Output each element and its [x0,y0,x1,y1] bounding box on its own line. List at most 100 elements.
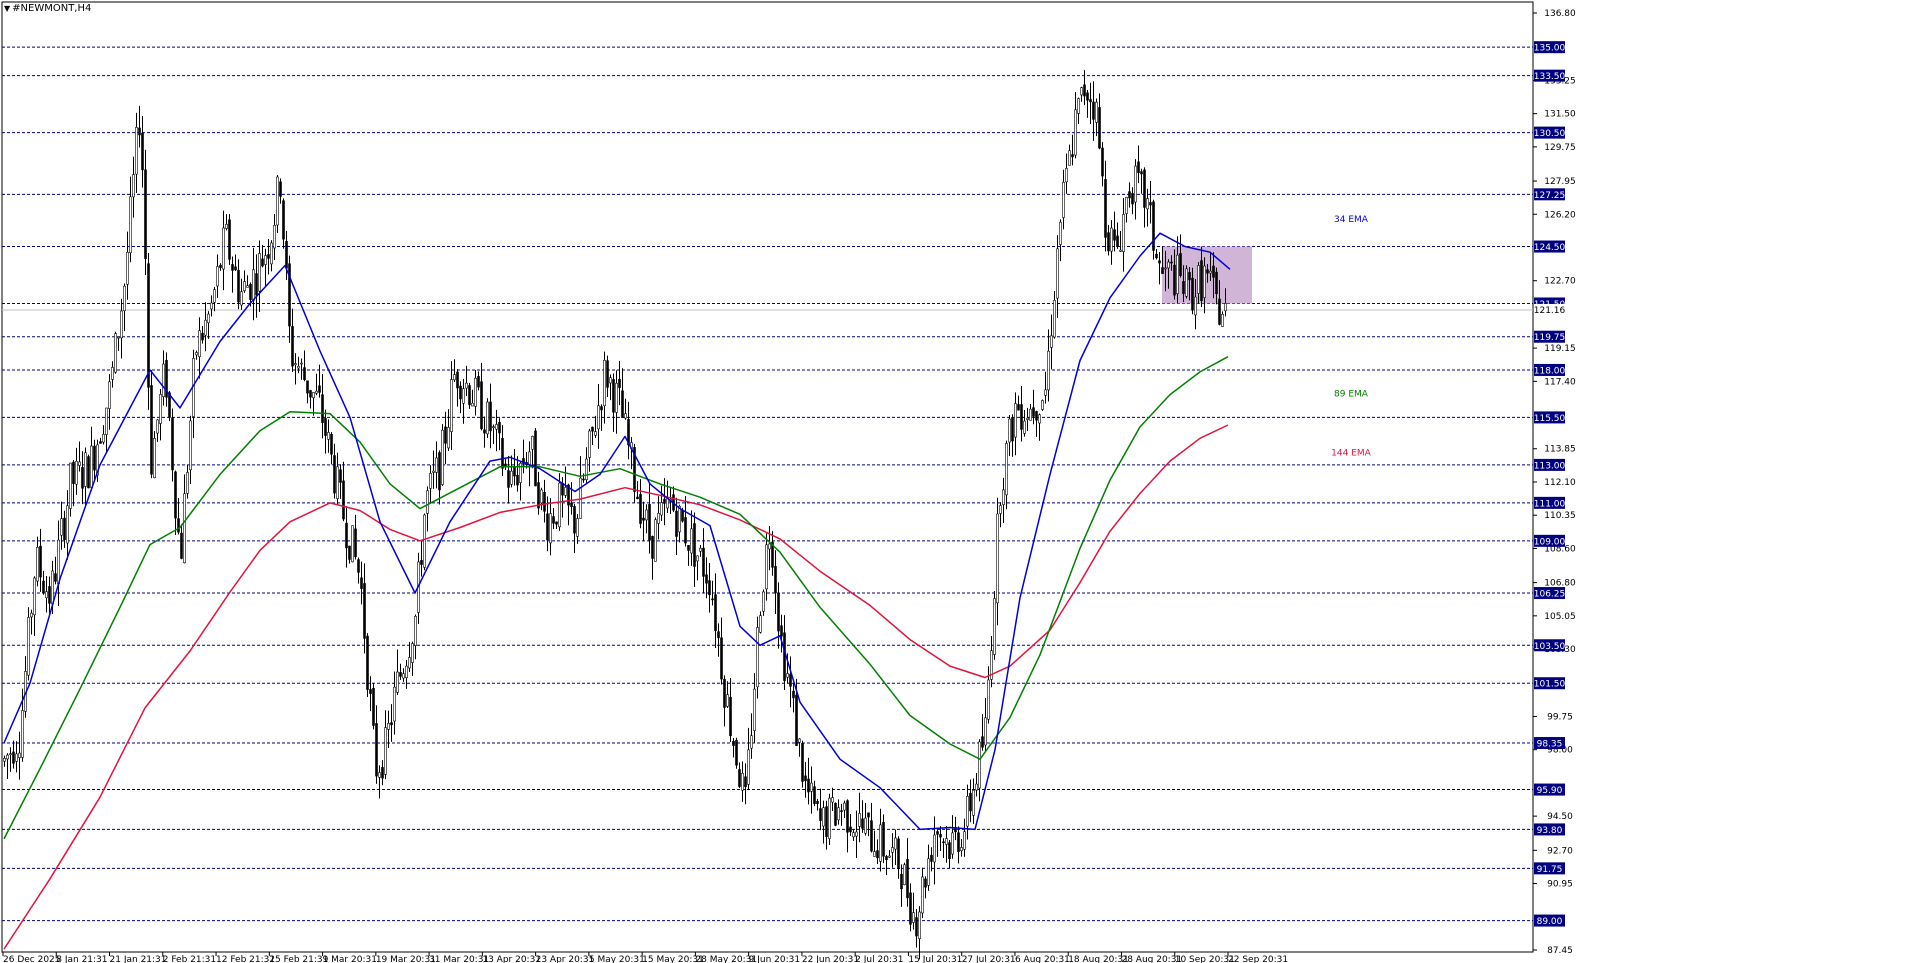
candle-bull [1125,197,1128,214]
candle-bull [921,876,924,914]
candle-bear [1170,261,1173,264]
candle-bull [210,302,213,310]
candle-bull [189,420,192,471]
x-tick-label: 25 Feb 21:31 [269,955,328,963]
candle-bull [276,176,279,226]
candle-bull [864,817,867,834]
candle-bull [450,379,453,433]
candle-bear [900,873,903,890]
chart-window[interactable]: 136.80133.25131.50129.75127.95126.20122.… [0,0,1916,963]
candle-bull [474,377,477,407]
candle-bear [1188,272,1191,281]
plot-frame [1,1,1534,953]
dropdown-triangle-icon[interactable]: ▼ [4,4,10,13]
candle-bull [1221,313,1224,327]
candle-bear [381,767,384,779]
candle-bull [411,643,414,663]
candle-bear [1086,92,1089,101]
candle-bull [624,413,627,419]
candle-bear [1092,101,1095,120]
y-tick-label: 117.40 [1544,377,1576,387]
candle-bull [993,598,996,655]
candle-bear [1083,84,1086,97]
candle-bear [372,687,375,726]
x-tick-label: 27 Jul 20:31 [962,955,1016,963]
candle-bear [348,545,351,560]
x-tick-label: 13 Apr 20:31 [482,955,541,963]
candle-bull [117,336,120,339]
candle-bear [870,820,873,852]
candle-bull [852,832,855,838]
x-tick-label: 9 Jun 20:31 [749,955,800,963]
x-tick-label: 6 Aug 20:31 [1015,955,1070,963]
candle-bull [36,547,39,582]
candle-bull [756,627,759,688]
candle-bull [1005,443,1008,496]
candle-bear [804,775,807,782]
candle-bull [222,227,225,270]
candle-bear [1206,269,1209,274]
candle-bear [924,878,927,888]
level-badge-label: 115.50 [1534,414,1566,424]
candle-bull [1029,408,1032,421]
candle-bull [975,783,978,791]
candle-bull [588,430,591,458]
candle-bull [1047,350,1050,391]
candle-bull [225,223,228,229]
candle-bear [708,580,711,596]
candle-bull [894,837,897,850]
candle-bear [1137,161,1140,174]
candle-bear [867,812,870,818]
candle-bull [1059,221,1062,245]
candle-bull [753,688,756,731]
candle-bear [936,831,939,835]
y-tick-label: 126.20 [1544,210,1576,220]
candle-bull [1056,248,1059,299]
x-tick-label: 22 Jun 20:31 [802,955,859,963]
candle-bear [1116,235,1119,247]
candle-bear [738,769,741,787]
symbol-label: #NEWMONT,H4 [12,3,92,14]
candle-bull [765,544,768,590]
candle-bull [1203,265,1206,298]
candle-bull [1167,261,1170,269]
candle-bear [444,426,447,444]
candle-bear [291,326,294,367]
y-tick-label: 127.95 [1544,177,1576,187]
candle-bear [816,801,819,804]
candle-bear [687,545,690,551]
x-tick-label: 21 Jan 21:31 [110,955,167,963]
candle-bear [957,832,960,852]
candle-bear [279,181,282,197]
level-badge-label: 95.90 [1537,786,1563,796]
candle-bear [606,360,609,388]
candle-bear [330,433,333,455]
candle-bull [246,285,249,288]
candle-bear [861,818,864,829]
candle-bull [270,242,273,265]
candle-bear [648,504,651,541]
price-chart[interactable]: 136.80133.25131.50129.75127.95126.20122.… [0,0,1916,963]
candle-bull [1062,181,1065,218]
candle-bull [1224,303,1227,312]
candle-bull [18,752,21,758]
candle-bear [144,169,147,259]
candle-bull [186,472,189,494]
candle-bear [483,429,486,434]
candle-bull [933,834,936,863]
candle-bear [456,371,459,389]
candle-bull [183,493,186,564]
candle-bear [582,478,585,481]
candle-bear [1071,154,1074,158]
candle-bear [711,598,714,601]
candle-bear [231,264,234,271]
candle-bear [171,417,174,471]
candle-bear [849,826,852,833]
candle-bull [429,472,432,489]
candle-bear [12,751,15,764]
candle-bear [1107,232,1110,252]
candle-bear [720,637,723,680]
candle-bear [969,792,972,812]
candle-bull [240,291,243,306]
x-tick-label: 15 Jul 20:31 [908,955,962,963]
